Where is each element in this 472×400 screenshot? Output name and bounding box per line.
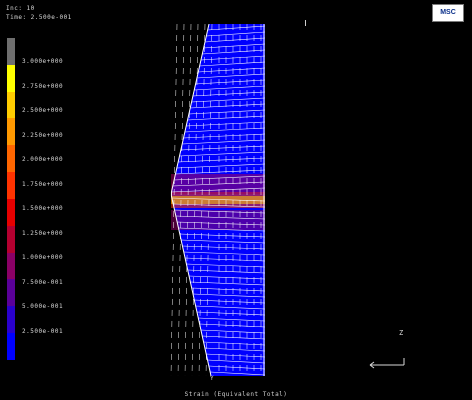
legend-value-label: 1.000e+000 [22,254,64,261]
legend-swatch [7,333,15,360]
legend-swatch [7,198,15,226]
origin-tick-mark [305,20,306,26]
triad-axis-label: Z [399,329,403,337]
legend-value-label: 1.500e+000 [22,205,64,212]
increment-label: Inc: 10 [6,5,35,12]
legend-value-label: 5.000e-001 [22,303,64,310]
legend-swatch [7,91,15,119]
legend-value-label: 7.500e-001 [22,278,64,286]
legend-value-label: 2.250e+000 [22,131,64,139]
legend-swatch [7,145,15,173]
mesh-axis-label: Y [210,375,215,382]
legend-swatch [7,38,15,65]
legend-value-label: 3.000e+000 [22,58,64,65]
legend-swatch [7,252,15,280]
legend-value-label: 2.750e+000 [22,82,64,90]
msc-logo-text: MSC [440,9,456,16]
legend-value-label: 2.000e+000 [22,156,64,163]
legend-swatch [7,225,15,253]
legend-value-label: 2.500e-001 [22,327,64,335]
legend-swatch [7,64,15,92]
increment-time-header: Inc: 10 Time: 2.500e-001 [6,4,72,22]
color-legend [7,38,15,360]
strain-band [171,196,265,204]
legend-swatch [7,306,15,334]
msc-logo: MSC [432,4,464,22]
legend-swatch [7,172,15,199]
time-label: Time: 2.500e-001 [6,14,72,21]
deformed-mesh [170,24,265,376]
legend-swatch [7,279,15,307]
legend-value-label: 1.250e+000 [22,229,64,237]
mesh-viewport[interactable] [167,24,265,376]
strain-band [171,210,265,230]
legend-value-label: 1.750e+000 [22,180,64,188]
result-caption: Strain (Equivalent Total) [184,391,288,398]
axis-triad: Z [362,325,412,370]
legend-swatch [7,118,15,146]
legend-value-label: 2.500e+000 [22,107,64,114]
